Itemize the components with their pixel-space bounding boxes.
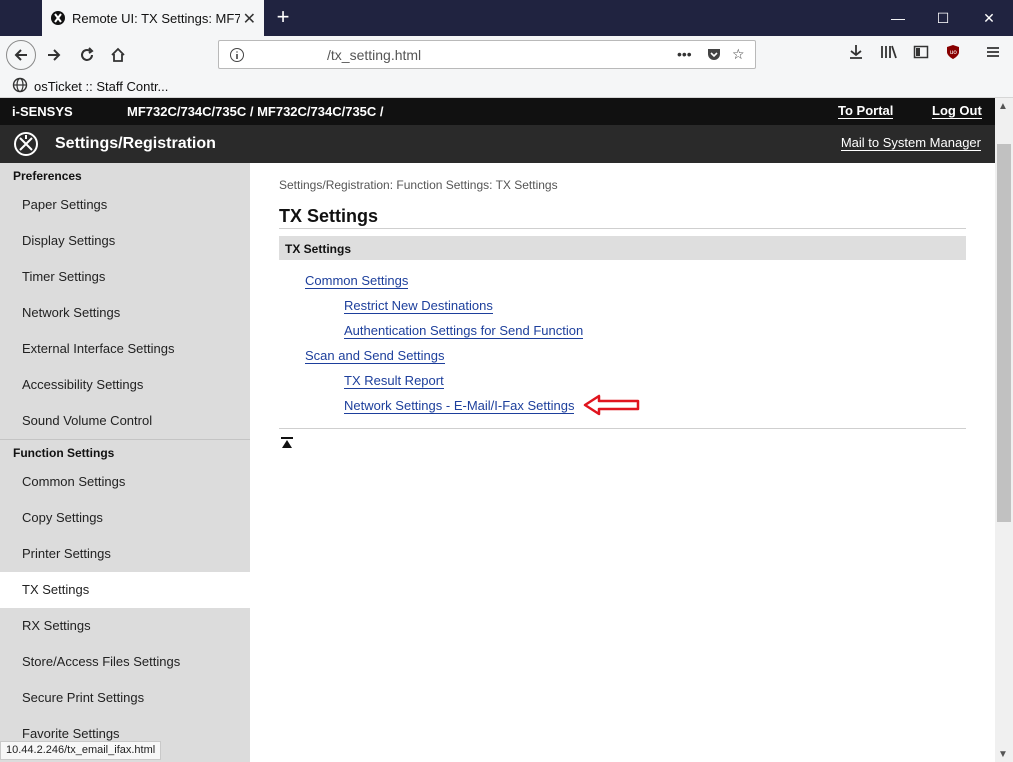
sidebar-group-function-settings: Function Settings: [13, 446, 115, 460]
settings-header-bar: Settings/Registration Mail to System Man…: [0, 125, 995, 163]
sidebar-item-paper-settings[interactable]: Paper Settings: [0, 187, 250, 223]
tx-result-report-link[interactable]: TX Result Report: [344, 373, 444, 389]
main-content: Settings/Registration: Function Settings…: [250, 163, 995, 762]
scan-and-send-settings-link[interactable]: Scan and Send Settings: [305, 348, 445, 364]
sidebar-group-preferences: Preferences: [13, 169, 82, 183]
common-settings-link[interactable]: Common Settings: [305, 273, 409, 289]
svg-text:uo: uo: [950, 49, 958, 56]
bookmark-osticket[interactable]: osTicket :: Staff Contr...: [12, 77, 168, 96]
scroll-down-icon[interactable]: ▼: [998, 749, 1008, 760]
sidebar-item-display-settings[interactable]: Display Settings: [0, 223, 250, 259]
page-actions-icon[interactable]: •••: [677, 46, 692, 62]
browser-nav-bar: /tx_setting.html ••• ☆ uo: [0, 36, 1013, 74]
sidebar-item-accessibility-settings[interactable]: Accessibility Settings: [0, 367, 250, 403]
site-info-icon[interactable]: [229, 47, 245, 66]
log-out-link[interactable]: Log Out: [932, 103, 982, 119]
mail-to-system-manager-link[interactable]: Mail to System Manager: [840, 135, 981, 151]
library-icon[interactable]: [880, 44, 898, 63]
url-bar[interactable]: /tx_setting.html ••• ☆: [218, 40, 756, 69]
title-divider: [279, 228, 966, 229]
url-text: /tx_setting.html: [327, 47, 422, 63]
home-icon[interactable]: [103, 40, 133, 70]
to-portal-link[interactable]: To Portal: [838, 103, 894, 119]
ublock-icon[interactable]: uo: [945, 44, 961, 63]
scroll-thumb[interactable]: [997, 144, 1011, 522]
sidebar-item-timer-settings[interactable]: Timer Settings: [0, 259, 250, 295]
pocket-icon[interactable]: [706, 46, 722, 65]
sidebar-item-network-settings[interactable]: Network Settings: [0, 295, 250, 331]
browser-tab[interactable]: Remote UI: TX Settings: MF732C ✕: [42, 0, 264, 36]
sidebar-item-tx-settings[interactable]: TX Settings: [0, 572, 250, 608]
section-title: Settings/Registration: [55, 135, 216, 152]
authentication-settings-link[interactable]: Authentication Settings for Send Functio…: [344, 323, 584, 339]
settings-registration-icon: [12, 130, 40, 158]
device-model: MF732C/734C/735C / MF732C/734C/735C /: [127, 104, 384, 119]
reload-icon[interactable]: [72, 40, 102, 70]
downloads-icon[interactable]: [848, 44, 864, 63]
sidebar-toggle-icon[interactable]: [913, 44, 929, 63]
link-status-bar: 10.44.2.246/tx_email_ifax.html: [0, 741, 162, 760]
sidebar-item-sound-volume-control[interactable]: Sound Volume Control: [0, 403, 250, 439]
bookmark-star-icon[interactable]: ☆: [732, 46, 745, 63]
canon-favicon-icon: [50, 10, 66, 26]
content-bottom-divider: [279, 428, 966, 429]
section-header: TX Settings: [279, 236, 966, 260]
breadcrumb: Settings/Registration: Function Settings…: [279, 178, 558, 192]
sidebar-item-store-access-files-settings[interactable]: Store/Access Files Settings: [0, 644, 250, 680]
sidebar-item-common-settings[interactable]: Common Settings: [0, 464, 250, 500]
forward-icon[interactable]: [39, 40, 69, 70]
sidebar-item-secure-print-settings[interactable]: Secure Print Settings: [0, 680, 250, 716]
window-close-icon[interactable]: ✕: [966, 0, 1012, 36]
bookmarks-bar: osTicket :: Staff Contr...: [0, 74, 1013, 98]
sidebar-item-rx-settings[interactable]: RX Settings: [0, 608, 250, 644]
scroll-up-icon[interactable]: ▲: [998, 101, 1008, 112]
browser-tab-bar: Remote UI: TX Settings: MF732C ✕ + — ☐ ✕: [0, 0, 1013, 36]
menu-icon[interactable]: [985, 44, 1001, 63]
maximize-icon[interactable]: ☐: [920, 0, 966, 36]
red-arrow-annotation-icon: [583, 394, 641, 419]
globe-icon: [12, 77, 28, 96]
sidebar-item-printer-settings[interactable]: Printer Settings: [0, 536, 250, 572]
restrict-new-destinations-link[interactable]: Restrict New Destinations: [344, 298, 493, 314]
bookmark-label: osTicket :: Staff Contr...: [34, 79, 169, 94]
settings-sidebar: Preferences Paper Settings Display Setti…: [0, 163, 250, 762]
minimize-icon[interactable]: —: [875, 0, 921, 36]
back-icon[interactable]: [6, 40, 36, 70]
top-header-bar: i-SENSYS MF732C/734C/735C / MF732C/734C/…: [0, 98, 995, 125]
new-tab-icon[interactable]: +: [272, 4, 294, 30]
network-email-ifax-settings-link[interactable]: Network Settings - E-Mail/I-Fax Settings: [344, 398, 575, 414]
page-title: TX Settings: [279, 206, 379, 226]
tab-title: Remote UI: TX Settings: MF732C: [72, 10, 240, 26]
sidebar-item-external-interface-settings[interactable]: External Interface Settings: [0, 331, 250, 367]
sidebar-item-copy-settings[interactable]: Copy Settings: [0, 500, 250, 536]
page-top-icon[interactable]: [281, 437, 293, 452]
brand-name: i-SENSYS: [12, 104, 73, 119]
page-scrollbar[interactable]: ▲ ▼: [995, 98, 1013, 762]
tab-close-icon[interactable]: ✕: [243, 9, 256, 29]
